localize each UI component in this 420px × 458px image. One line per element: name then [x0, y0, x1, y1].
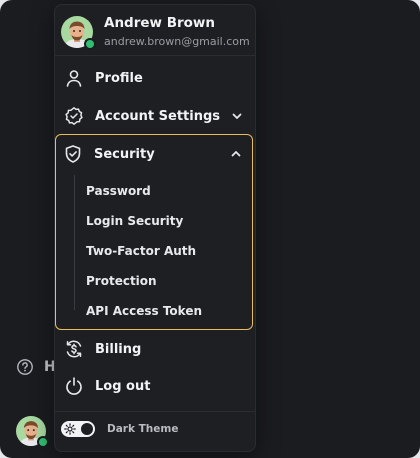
menu-item-security[interactable]: Security — [58, 137, 250, 171]
divider — [55, 411, 255, 412]
theme-label: Dark Theme — [107, 423, 179, 435]
help-icon — [17, 359, 33, 375]
online-status-dot — [37, 436, 49, 448]
gear-check-icon — [63, 105, 85, 127]
sun-icon — [64, 423, 76, 435]
shield-check-icon — [62, 143, 84, 165]
menu-item-label: Security — [94, 146, 155, 162]
dark-theme-toggle[interactable] — [61, 421, 95, 437]
submenu-item-two-factor-auth[interactable]: Two-Factor Auth — [86, 238, 236, 264]
help-item[interactable]: H — [16, 358, 56, 376]
submenu-item-protection[interactable]: Protection — [86, 268, 236, 294]
user-menu: Andrew Brown andrew.brown@gmail.com Prof… — [54, 4, 256, 452]
divider — [55, 55, 255, 56]
menu-item-label: Account Settings — [95, 108, 221, 124]
submenu-item-api-access-token[interactable]: API Access Token — [86, 298, 236, 324]
avatar — [61, 16, 96, 50]
chevron-up-icon — [231, 151, 241, 157]
power-icon — [63, 375, 85, 397]
menu-item-logout[interactable]: Log out — [59, 369, 251, 403]
chevron-down-icon — [232, 113, 242, 119]
user-header[interactable]: Andrew Brown andrew.brown@gmail.com — [61, 15, 250, 50]
online-status-dot — [84, 38, 96, 50]
dollar-refresh-icon — [63, 338, 85, 360]
menu-item-profile[interactable]: Profile — [59, 61, 251, 95]
menu-item-account-settings[interactable]: Account Settings — [59, 99, 251, 133]
user-email: andrew.brown@gmail.com — [104, 35, 250, 48]
app-window: H Andrew Brown andrew.brown@gmail.com Pr… — [0, 0, 420, 458]
security-section: Security Password Login Security Two-Fac… — [55, 134, 253, 330]
submenu-item-login-security[interactable]: Login Security — [86, 208, 236, 234]
user-name: Andrew Brown — [104, 15, 216, 31]
sidebar-avatar[interactable] — [16, 416, 49, 448]
user-icon — [63, 67, 85, 89]
menu-item-label: Log out — [95, 378, 151, 394]
theme-row: Dark Theme — [61, 421, 178, 437]
menu-item-label: Profile — [95, 70, 143, 86]
menu-item-billing[interactable]: Billing — [59, 332, 251, 366]
submenu-item-password[interactable]: Password — [86, 178, 236, 204]
toggle-knob — [81, 423, 93, 435]
tree-line — [74, 175, 75, 310]
menu-item-label: Billing — [95, 341, 142, 357]
